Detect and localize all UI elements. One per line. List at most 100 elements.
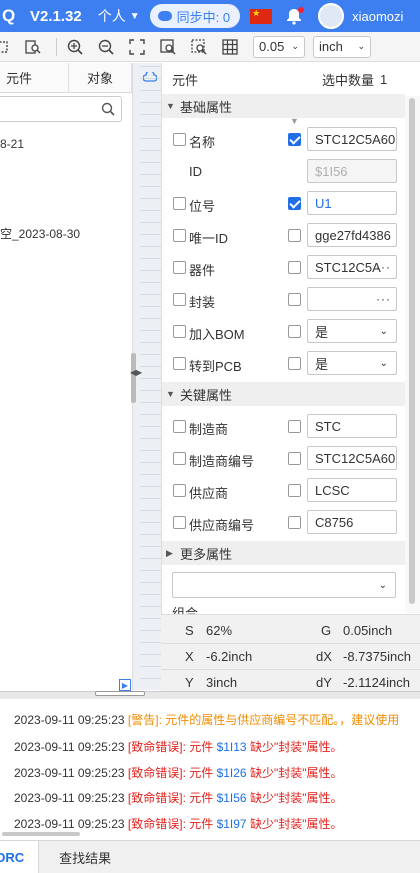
log-entry[interactable]: 2023-09-11 09:25:23 [致命错误]: 元件 $1I13 缺少"…	[14, 738, 342, 755]
supplier-field[interactable]: LCSC	[307, 478, 397, 502]
row-select-checkbox[interactable]	[173, 229, 186, 242]
prop-label: 唯一ID	[189, 231, 229, 246]
designator-field[interactable]: U1	[307, 191, 397, 215]
row-select-checkbox[interactable]	[173, 197, 186, 210]
property-panel: 元件 选中数量 1 ▼ 基础属性 ▼ 名称 STC12C5A60 ID $1I5…	[161, 63, 420, 690]
tab-components[interactable]: 元件	[0, 63, 69, 92]
find-in-document-icon[interactable]	[25, 39, 41, 55]
manufacturer-field[interactable]: STC	[307, 414, 397, 438]
unique-id-field[interactable]: gge27fd4386	[307, 223, 397, 247]
splitter-handle[interactable]	[131, 353, 136, 403]
tab-drc[interactable]: DRC	[0, 840, 40, 873]
cut-icon[interactable]	[0, 39, 10, 55]
more-options-icon[interactable]: ···	[376, 260, 391, 274]
log-entry[interactable]: 2023-09-11 09:25:23 [致命错误]: 元件 $1I26 缺少"…	[14, 764, 342, 781]
prop-row-manufacturer-part: 制造商编号 STC12C5A60	[162, 442, 405, 474]
row-select-checkbox[interactable]	[173, 325, 186, 338]
scale-value: 62%	[206, 623, 233, 638]
section-key-properties[interactable]: ▼ 关键属性	[162, 382, 405, 406]
unit-value: inch	[319, 39, 343, 54]
canvas-grid-strip[interactable]: ▶	[136, 63, 161, 690]
prop-row-device: 器件 STC12C5A ···	[162, 251, 405, 283]
row-select-checkbox[interactable]	[173, 133, 186, 146]
log-component-link[interactable]: $1I56	[217, 791, 247, 805]
show-checkbox[interactable]	[288, 420, 301, 433]
log-time: 2023-09-11 09:25:23	[14, 791, 125, 805]
section-title: 基础属性	[180, 99, 233, 115]
footprint-field[interactable]: ···	[307, 287, 397, 311]
unit-select[interactable]: inch ⌄	[313, 35, 371, 58]
expand-panel-icon[interactable]: ▶	[119, 679, 131, 691]
show-checkbox[interactable]	[288, 229, 301, 242]
row-select-checkbox[interactable]	[173, 261, 186, 274]
fit-screen-icon[interactable]	[129, 38, 145, 55]
row-select-checkbox[interactable]	[173, 516, 186, 529]
row-select-checkbox[interactable]	[173, 293, 186, 306]
name-field[interactable]: STC12C5A60	[307, 127, 397, 151]
row-select-checkbox[interactable]	[173, 357, 186, 370]
log-entry[interactable]: 2023-09-11 09:25:23 [致命错误]: 元件 $1I56 缺少"…	[14, 789, 342, 806]
scale-label: S	[185, 623, 194, 638]
search-input[interactable]	[0, 96, 122, 122]
show-checkbox[interactable]	[288, 197, 301, 210]
grid-size-select[interactable]: 0.05 ⌄	[253, 35, 305, 58]
supplier-part-field[interactable]: C8756	[307, 510, 397, 534]
more-options-icon[interactable]: ···	[376, 292, 391, 306]
more-properties-select[interactable]: ⌄	[172, 572, 396, 598]
manufacturer-part-field[interactable]: STC12C5A60	[307, 446, 397, 470]
log-message: : 元件	[182, 791, 214, 805]
show-checkbox[interactable]	[288, 261, 301, 274]
tab-objects[interactable]: 对象	[69, 63, 132, 92]
show-checkbox[interactable]	[288, 293, 301, 306]
scrollbar-thumb[interactable]	[409, 98, 415, 604]
show-checkbox[interactable]	[288, 452, 301, 465]
tab-search-results[interactable]: 查找结果	[39, 841, 125, 873]
log-entry[interactable]: 2023-09-11 09:25:23 [警告]: 元件的属性与供应商编号不匹配…	[14, 711, 399, 728]
show-checkbox[interactable]	[288, 484, 301, 497]
show-checkbox[interactable]	[288, 357, 301, 370]
selection-count: 1	[380, 71, 388, 87]
row-select-checkbox[interactable]	[173, 452, 186, 465]
log-tail: 缺少"封装"属性。	[249, 817, 343, 831]
log-component-link[interactable]: $1I97	[217, 817, 247, 831]
prop-label: 制造商编号	[189, 454, 255, 469]
log-component-link[interactable]: $1I26	[217, 766, 247, 780]
help-icon[interactable]: Q	[0, 6, 20, 26]
username[interactable]: xiaomozi	[352, 9, 403, 24]
list-item[interactable]: 空_2023-08-30	[0, 225, 80, 242]
show-checkbox[interactable]	[288, 133, 301, 146]
notification-bell-icon[interactable]	[284, 6, 305, 26]
collapse-right-icon[interactable]: ▶	[136, 368, 142, 377]
grid-icon[interactable]	[222, 38, 238, 55]
divider	[161, 669, 420, 670]
log-horizontal-scrollbar[interactable]	[2, 832, 80, 836]
list-item[interactable]: 8-21	[0, 137, 24, 151]
zoom-out-icon[interactable]	[98, 39, 114, 55]
zoom-selection-icon[interactable]	[160, 38, 176, 55]
avatar[interactable]	[318, 3, 345, 29]
zoom-area-icon[interactable]	[191, 38, 207, 55]
device-field[interactable]: STC12C5A ···	[307, 255, 397, 279]
show-checkbox[interactable]	[288, 516, 301, 529]
zoom-in-icon[interactable]	[67, 39, 83, 55]
prop-label: 位号	[189, 199, 216, 214]
sync-status-button[interactable]: 同步中: 0	[149, 4, 241, 28]
section-basic-properties[interactable]: ▼ 基础属性	[162, 94, 405, 118]
prop-row-supplier: 供应商 LCSC	[162, 474, 405, 506]
grid-label: G	[321, 623, 332, 638]
splitter-handle[interactable]	[95, 691, 145, 696]
language-flag-icon[interactable]	[250, 8, 273, 24]
add-bom-select[interactable]: 是 ⌄	[307, 319, 397, 343]
log-splitter[interactable]	[0, 691, 420, 699]
id-field: $1I56	[307, 159, 397, 183]
row-select-checkbox[interactable]	[173, 484, 186, 497]
section-more-properties[interactable]: ▶ 更多属性	[162, 541, 405, 565]
property-scrollbar[interactable]	[405, 96, 420, 613]
log-component-link[interactable]: $1I13	[217, 740, 247, 754]
log-time: 2023-09-11 09:25:23	[14, 740, 125, 754]
user-menu[interactable]: 个人	[98, 6, 126, 26]
log-entry[interactable]: 2023-09-11 09:25:23 [致命错误]: 元件 $1I97 缺少"…	[14, 815, 342, 832]
convert-pcb-select[interactable]: 是 ⌄	[307, 351, 397, 375]
show-checkbox[interactable]	[288, 325, 301, 338]
row-select-checkbox[interactable]	[173, 420, 186, 433]
